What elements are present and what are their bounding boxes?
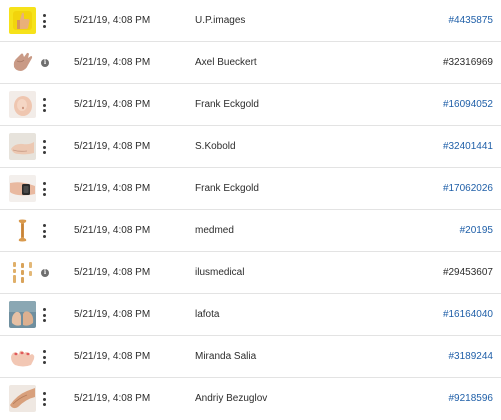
author-name: S.Kobold	[195, 141, 236, 152]
date-text: 5/21/19, 4:08 PM	[74, 183, 151, 194]
info-icon[interactable]: i	[41, 269, 49, 277]
date-text: 5/21/19, 4:08 PM	[74, 225, 151, 236]
list-item[interactable]: 5/21/19, 4:08 PM Andriy Bezuglov #921859…	[0, 378, 501, 420]
date-text: 5/21/19, 4:08 PM	[74, 309, 151, 320]
list-item[interactable]: i 5/21/19, 4:08 PM Axel Bueckert #323169…	[0, 42, 501, 84]
author-name: Frank Eckgold	[195, 183, 259, 194]
list-item[interactable]: 5/21/19, 4:08 PM Frank Eckgold #16094052	[0, 84, 501, 126]
more-options-button[interactable]	[40, 308, 48, 322]
date-text: 5/21/19, 4:08 PM	[74, 141, 151, 152]
date-text: 5/21/19, 4:08 PM	[74, 99, 151, 110]
hand-wave-icon[interactable]	[9, 49, 36, 76]
file-id-link[interactable]: #3189244	[449, 350, 494, 363]
author-name: U.P.images	[195, 15, 246, 26]
list-item[interactable]: 5/21/19, 4:08 PM medmed #20195	[0, 210, 501, 252]
more-options-button[interactable]	[40, 392, 48, 406]
file-id-link[interactable]: #32401441	[443, 140, 493, 153]
author-name: Miranda Salia	[195, 351, 257, 362]
date-text: 5/21/19, 4:08 PM	[74, 267, 151, 278]
arm-photo[interactable]	[9, 385, 36, 412]
wrist-photo[interactable]	[9, 175, 36, 202]
file-id-link[interactable]: #16094052	[443, 98, 493, 111]
date-text: 5/21/19, 4:08 PM	[74, 15, 151, 26]
file-id-link[interactable]: #4435875	[449, 14, 494, 27]
foot-photo[interactable]	[9, 133, 36, 160]
bones-icon[interactable]	[9, 259, 36, 286]
file-id-text: #29453607	[442, 267, 493, 278]
list-item[interactable]: 5/21/19, 4:08 PM S.Kobold #32401441	[0, 126, 501, 168]
thumbs-up-icon[interactable]	[9, 7, 36, 34]
file-id-link[interactable]: #16164040	[443, 308, 493, 321]
more-options-button[interactable]	[40, 14, 48, 28]
author-name: lafota	[195, 309, 220, 320]
file-id-text: #32316969	[442, 57, 493, 68]
list-item[interactable]: 5/21/19, 4:08 PM Miranda Salia #3189244	[0, 336, 501, 378]
fingers-photo[interactable]	[9, 343, 36, 370]
bone-icon[interactable]	[9, 217, 36, 244]
list-item[interactable]: 5/21/19, 4:08 PM Frank Eckgold #17062026	[0, 168, 501, 210]
date-text: 5/21/19, 4:08 PM	[74, 57, 151, 68]
file-id-link[interactable]: #20195	[460, 224, 493, 237]
list-item[interactable]: 5/21/19, 4:08 PM U.P.images #4435875	[0, 0, 501, 42]
belly-photo[interactable]	[9, 91, 36, 118]
author-name: medmed	[195, 225, 234, 236]
info-icon[interactable]: i	[41, 59, 49, 67]
file-id-link[interactable]: #17062026	[443, 182, 493, 195]
feet-photo[interactable]	[9, 301, 36, 328]
more-options-button[interactable]	[40, 224, 48, 238]
author-name: ilusmedical	[195, 267, 245, 278]
date-text: 5/21/19, 4:08 PM	[74, 393, 151, 404]
more-options-button[interactable]	[40, 140, 48, 154]
list-item[interactable]: i 5/21/19, 4:08 PM ilusmedical #29453607	[0, 252, 501, 294]
more-options-button[interactable]	[40, 182, 48, 196]
author-name: Andriy Bezuglov	[195, 393, 268, 404]
author-name: Axel Bueckert	[195, 57, 257, 68]
date-text: 5/21/19, 4:08 PM	[74, 351, 151, 362]
more-options-button[interactable]	[40, 350, 48, 364]
file-id-link[interactable]: #9218596	[449, 392, 494, 405]
list-item[interactable]: 5/21/19, 4:08 PM lafota #16164040	[0, 294, 501, 336]
more-options-button[interactable]	[40, 98, 48, 112]
author-name: Frank Eckgold	[195, 99, 259, 110]
asset-list: 5/21/19, 4:08 PM U.P.images #4435875 i 5…	[0, 0, 501, 420]
